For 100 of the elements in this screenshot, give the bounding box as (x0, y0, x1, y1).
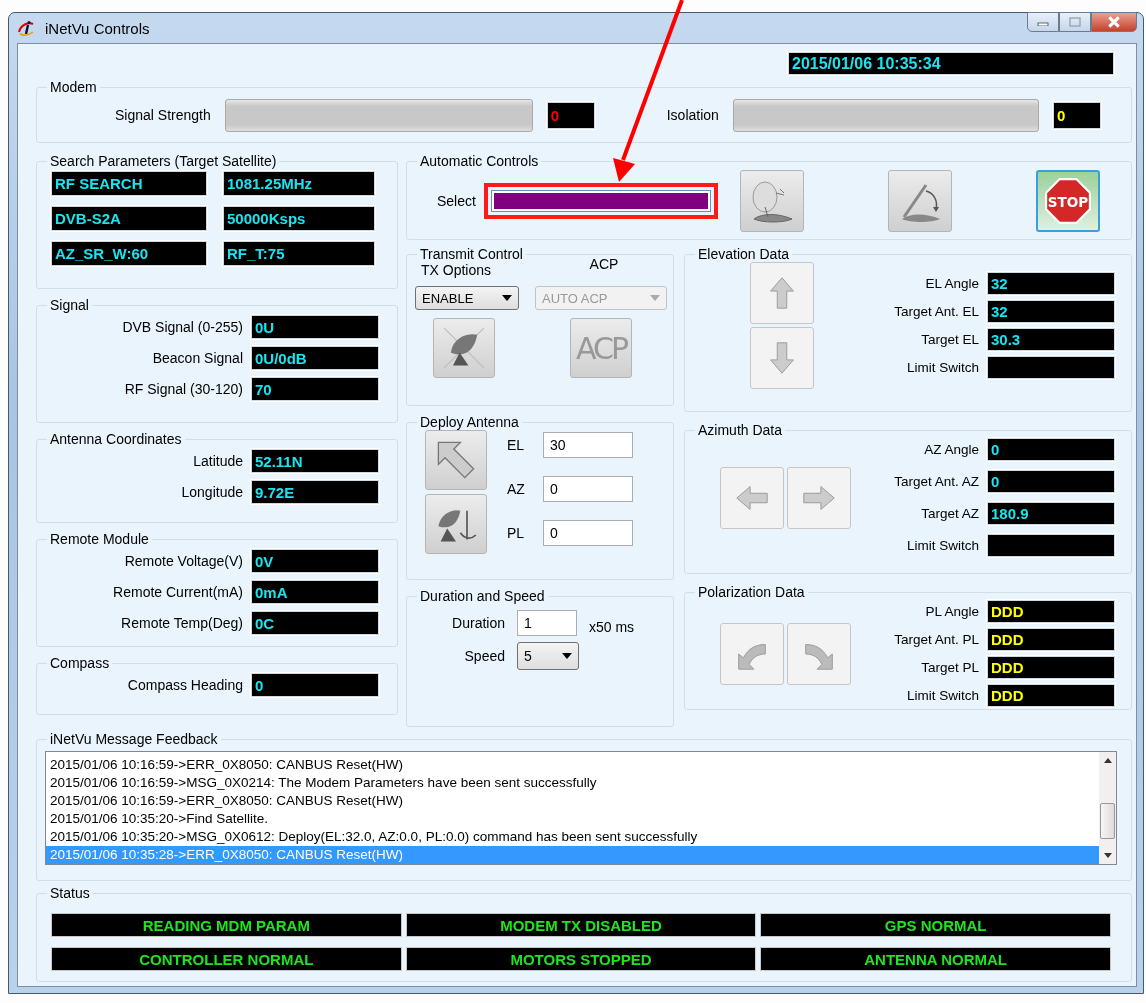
value-readout: DDD (987, 684, 1115, 707)
input-field[interactable]: 1 (517, 610, 577, 636)
input-field[interactable]: 30 (543, 432, 633, 458)
meter-reading: 0 (1052, 101, 1101, 129)
value-readout: 180.9 (987, 502, 1115, 525)
image-button[interactable] (425, 430, 487, 490)
value-readout: 52.11N (251, 449, 379, 473)
value-readout: 0 (987, 438, 1115, 461)
image-button[interactable] (425, 494, 487, 554)
parameter-readout: 50000Ksps (223, 206, 375, 231)
value-readout: 0 (987, 470, 1115, 493)
group-title: Modem (49, 79, 98, 95)
field-label: Duration (451, 615, 505, 631)
meter-reading: 0 (546, 101, 595, 129)
value-readout: 0V (251, 549, 379, 573)
message-item[interactable]: 2015/01/06 10:16:59->MSG_0X0214: The Modem Parameters have been sent successfully (46, 774, 1099, 792)
dropdown-label: TX Options (421, 262, 492, 278)
group-title: Antenna Coordinates (49, 431, 183, 447)
message-item[interactable]: 2015/01/06 10:35:20->Find Satellite. (46, 810, 1099, 828)
stop-button[interactable]: STOP (1035, 170, 1100, 232)
field-label: EL Angle (925, 276, 979, 291)
parameter-readout: DVB-S2A (51, 206, 207, 231)
group-title: Deploy Antenna (419, 414, 520, 430)
field-label: Remote Voltage(V) (124, 553, 243, 569)
minimize-button[interactable] (1027, 12, 1059, 32)
value-readout: DDD (987, 628, 1115, 651)
date-time-display: 2015/01/06 10:35:34 (788, 52, 1114, 75)
field-label: Compass Heading (127, 677, 243, 693)
group-title: Polarization Data (697, 584, 806, 600)
value-readout: 32 (987, 300, 1115, 323)
group-title: iNetVu Message Feedback (49, 731, 219, 747)
select-bar[interactable] (490, 190, 711, 212)
select-label: Select (437, 193, 476, 209)
close-button[interactable] (1091, 12, 1137, 32)
input-field[interactable]: 0 (543, 520, 633, 546)
group-title: Azimuth Data (697, 422, 784, 438)
value-readout: 0U/0dB (251, 346, 379, 370)
arrow-button[interactable] (786, 622, 851, 685)
window-title: iNetVu Controls (45, 19, 150, 37)
value-readout: DDD (987, 656, 1115, 679)
parameter-readout: RF_T:75 (223, 241, 375, 266)
crossed-dish-icon (442, 326, 486, 370)
field-label: Target Ant. EL (894, 304, 979, 319)
value-readout: 0mA (251, 580, 379, 604)
field-label: Target Ant. AZ (894, 474, 979, 489)
scroll-down-icon (1103, 853, 1112, 858)
caret-icon (502, 295, 512, 301)
message-item[interactable]: 2015/01/06 10:16:59->ERR_0X8050: CANBUS Reset(HW) (46, 792, 1099, 810)
field-label: Longitude (181, 484, 243, 500)
message-item[interactable]: 2015/01/06 10:35:20->MSG_0X0612: Deploy(EL:32.0, AZ:0.0, PL:0.0) command has been sent successfully (46, 828, 1099, 846)
status-indicator: MOTORS STOPPED (405, 947, 757, 971)
field-label: Speed (463, 648, 505, 664)
field-label: PL (507, 525, 526, 541)
arrow-button[interactable] (719, 622, 784, 685)
field-label: Target EL (921, 332, 979, 347)
group-title: Automatic Controls (419, 153, 540, 169)
dropdown-label: ACP (589, 256, 619, 272)
meter-label: Isolation (666, 107, 719, 123)
value-readout: 9.72E (251, 480, 379, 504)
input-field[interactable]: 0 (543, 476, 633, 502)
image-button[interactable] (739, 170, 804, 232)
dropdown[interactable]: ENABLE (415, 286, 519, 310)
maximize-button[interactable] (1059, 12, 1091, 32)
status-indicator: READING MDM PARAM (51, 913, 402, 937)
field-label: Target Ant. PL (894, 632, 979, 647)
unit-label: x50 ms (589, 619, 635, 635)
image-button[interactable] (887, 170, 952, 232)
field-label: Target PL (921, 660, 979, 675)
value-readout: DDD (987, 600, 1115, 623)
stop-sign-icon: STOP (1042, 176, 1093, 226)
group-title: Compass (49, 655, 111, 671)
group-title: Elevation Data (697, 246, 791, 262)
image-button[interactable] (433, 318, 495, 378)
scrollbar[interactable] (1099, 752, 1116, 864)
dropdown[interactable]: 5 (517, 642, 579, 670)
field-label: Remote Current(mA) (113, 584, 243, 600)
message-item[interactable]: 2015/01/06 10:16:59->ERR_0X8050: CANBUS Reset(HW) (46, 756, 1099, 774)
parameter-readout: AZ_SR_W:60 (51, 241, 207, 266)
field-label: Limit Switch (907, 538, 979, 553)
field-label: Beacon Signal (152, 350, 243, 366)
field-label: Latitude (193, 453, 243, 469)
field-label: Limit Switch (907, 688, 979, 703)
group-title: Remote Module (49, 531, 150, 547)
field-label: RF Signal (30-120) (124, 381, 243, 397)
value-readout: 32 (987, 272, 1115, 295)
field-label: AZ Angle (924, 442, 979, 457)
field-label: Target AZ (921, 506, 979, 521)
group-title: Duration and Speed (419, 588, 546, 604)
status-indicator: MODEM TX DISABLED (405, 913, 757, 937)
meter-label: Signal Strength (115, 107, 211, 123)
group-title: Status (49, 885, 91, 901)
group-title: Transmit Control (419, 246, 524, 262)
field-label: DVB Signal (0-255) (122, 319, 243, 335)
parameter-readout: RF SEARCH (51, 171, 207, 196)
value-readout: 0C (251, 611, 379, 635)
value-readout: 0U (251, 315, 379, 339)
group-title: Search Parameters (Target Satellite) (49, 153, 278, 169)
group-title: Signal (49, 297, 90, 313)
field-label: Remote Temp(Deg) (121, 615, 243, 631)
status-indicator: CONTROLLER NORMAL (51, 947, 402, 971)
